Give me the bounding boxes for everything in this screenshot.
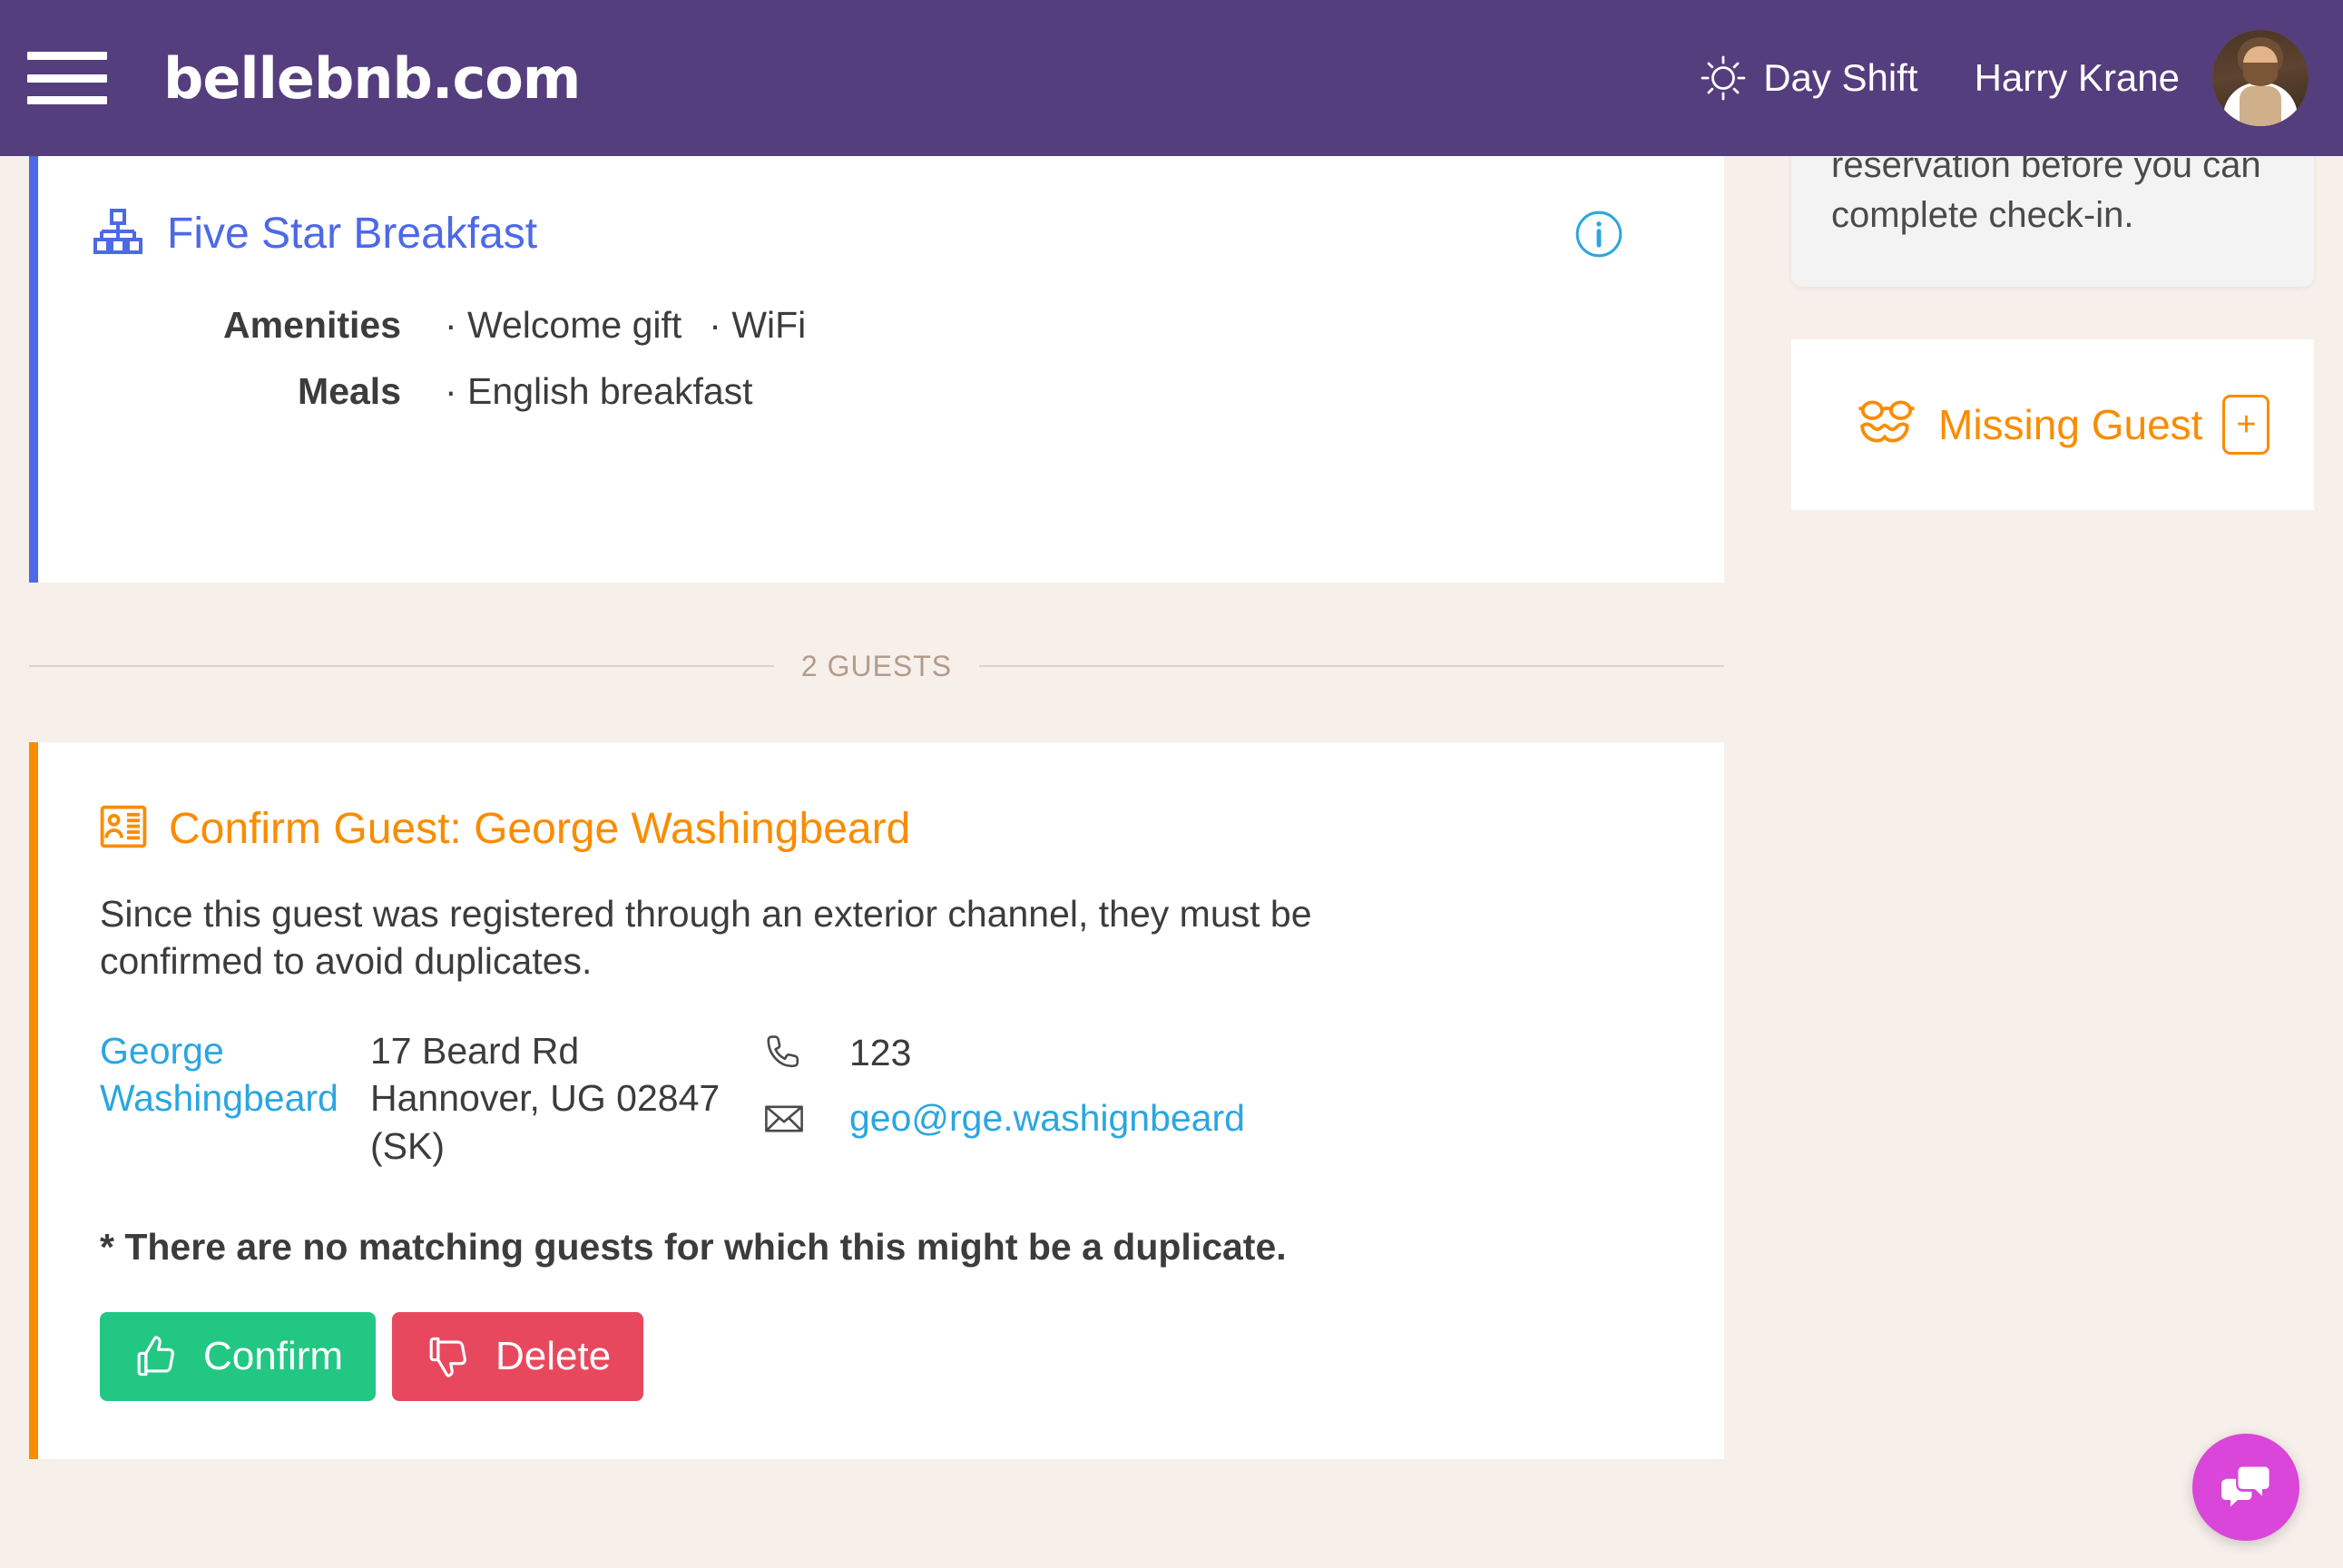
avatar-apron — [2240, 86, 2281, 126]
hamburger-bar — [27, 52, 107, 60]
rate-plan-attributes: Amenities Welcome gift WiFi Meals Englis… — [29, 304, 1724, 413]
day-shift-button[interactable]: Day Shift — [1700, 54, 1918, 102]
add-missing-guest-button[interactable]: + — [2222, 394, 2270, 455]
sitemap-icon — [93, 207, 143, 260]
missing-guest-label: Missing Guest — [1938, 400, 2203, 448]
info-circle-icon[interactable] — [1573, 209, 1624, 260]
user-name-button[interactable]: Harry Krane — [1975, 56, 2180, 100]
duplicate-note: * There are no matching guests for which… — [100, 1226, 1287, 1269]
divider-line-right — [979, 665, 1725, 667]
brand-logo[interactable]: bellebnb.com — [163, 45, 581, 112]
confirm-guest-header: Confirm Guest: George Washingbeard — [29, 804, 1724, 854]
divider-line-left — [29, 665, 774, 667]
amenity-value: Welcome gift — [445, 304, 681, 347]
guest-phone-value: 123 — [849, 1032, 912, 1074]
header-actions: Day Shift Harry Krane — [1700, 30, 2343, 126]
rate-plan-title[interactable]: Five Star Breakfast — [167, 209, 537, 259]
guest-contact-details: George Washingbeard 17 Beard Rd Hannover… — [100, 1027, 1724, 1170]
guests-count-label: 2 GUESTS — [800, 649, 953, 682]
page-body: Five Star Breakfast Amenities Welcome gi… — [0, 58, 2343, 1568]
day-shift-label: Day Shift — [1763, 56, 1918, 99]
confirm-guest-card: Confirm Guest: George Washingbeard Since… — [29, 742, 1724, 1460]
guest-address-line2: Hannover, UG 02847 (SK) — [370, 1077, 721, 1167]
guest-email-row: geo@rge.washignbeard — [762, 1093, 1307, 1145]
guest-communication: 123 geo@rge.washignbeard — [762, 1027, 1307, 1170]
guest-phone-row: 123 — [762, 1027, 1307, 1080]
app-header: bellebnb.com Day Shift Harry Krane — [0, 0, 2343, 156]
rate-plan-row-meals: Meals English breakfast — [165, 370, 1724, 413]
meal-value: English breakfast — [445, 370, 753, 413]
rate-plan-card: Five Star Breakfast Amenities Welcome gi… — [29, 156, 1724, 583]
delete-button[interactable]: Delete — [392, 1312, 644, 1402]
hamburger-menu-icon[interactable] — [27, 46, 107, 110]
confirm-button-label: Confirm — [203, 1334, 344, 1379]
confirm-button[interactable]: Confirm — [100, 1312, 377, 1402]
confirm-guest-title: Confirm Guest: George Washingbeard — [169, 805, 911, 853]
delete-button-label: Delete — [495, 1334, 612, 1379]
missing-guest-card: Missing Guest + — [1791, 338, 2314, 510]
rate-plan-row-amenities: Amenities Welcome gift WiFi — [165, 304, 1724, 347]
main-column: Five Star Breakfast Amenities Welcome gi… — [29, 156, 1725, 1460]
chat-button[interactable] — [2192, 1434, 2299, 1541]
avatar-beard — [2243, 63, 2278, 86]
guest-address-line1: 17 Beard Rd — [370, 1029, 580, 1072]
thumbs-up-icon — [132, 1332, 181, 1381]
guest-name-link[interactable]: George Washingbeard — [100, 1027, 370, 1170]
envelope-icon — [762, 1097, 811, 1141]
amenities-label: Amenities — [223, 304, 401, 346]
guests-divider: 2 GUESTS — [29, 648, 1725, 684]
disguise-glasses-mustache-icon — [1857, 398, 1917, 450]
user-name-label: Harry Krane — [1974, 56, 2180, 99]
rate-plan-accent-bar — [29, 156, 38, 583]
amenities-values: Welcome gift WiFi — [445, 304, 806, 347]
thumbs-down-icon — [425, 1332, 474, 1381]
meals-values: English breakfast — [445, 370, 753, 413]
sun-icon — [1700, 54, 1747, 102]
id-card-icon — [100, 805, 147, 853]
confirm-guest-accent-bar — [29, 742, 38, 1460]
confirm-guest-description: Since this guest was registered through … — [100, 893, 1312, 983]
hamburger-bar — [27, 74, 107, 83]
avatar[interactable] — [2212, 30, 2309, 126]
guest-address: 17 Beard Rd Hannover, UG 02847 (SK) — [370, 1027, 762, 1170]
amenity-value: WiFi — [709, 304, 806, 347]
guest-action-buttons: Confirm Delete — [100, 1312, 1724, 1402]
phone-icon — [762, 1032, 811, 1075]
hamburger-bar — [27, 96, 107, 104]
chat-bubbles-icon — [2217, 1456, 2275, 1519]
meals-label: Meals — [298, 370, 401, 412]
rate-plan-header: Five Star Breakfast — [29, 207, 1724, 260]
guest-email-link[interactable]: geo@rge.washignbeard — [849, 1097, 1245, 1140]
